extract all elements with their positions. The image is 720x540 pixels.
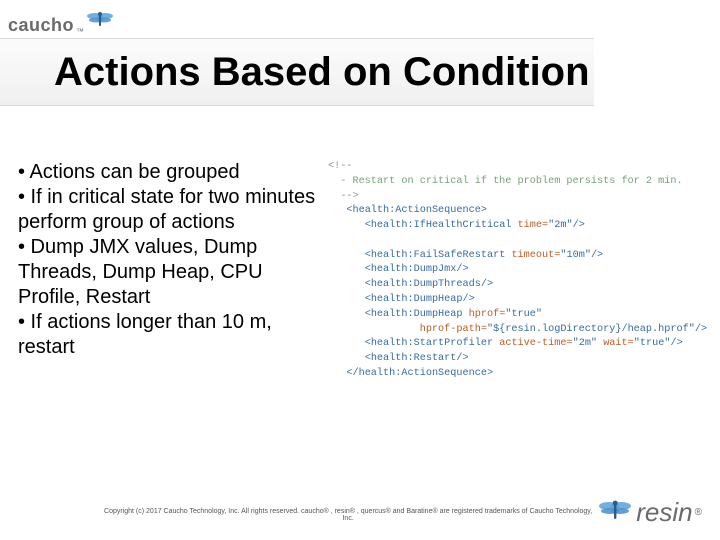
title-bar: Actions Based on Condition bbox=[0, 38, 594, 106]
xml-code-block: <!-- - Restart on critical if the proble… bbox=[328, 160, 707, 382]
bullet-item: • Actions can be grouped bbox=[18, 160, 318, 185]
bullet-list: • Actions can be grouped • If in critica… bbox=[18, 160, 318, 382]
slide-content: • Actions can be grouped • If in critica… bbox=[18, 160, 702, 382]
trademark-symbol: ™ bbox=[76, 27, 84, 36]
dragonfly-icon bbox=[86, 10, 114, 28]
bullet-item: • If in critical state for two minutes p… bbox=[18, 185, 318, 235]
caucho-wordmark: caucho bbox=[8, 15, 74, 36]
resin-wordmark: resin bbox=[636, 497, 692, 528]
dragonfly-icon bbox=[598, 498, 632, 527]
bullet-item: • Dump JMX values, Dump Threads, Dump He… bbox=[18, 235, 318, 310]
slide-title: Actions Based on Condition bbox=[54, 50, 590, 95]
footer: Copyright (c) 2017 Caucho Technology, In… bbox=[0, 497, 720, 528]
registered-symbol: ® bbox=[695, 507, 702, 518]
bullet-item: • If actions longer than 10 m, restart bbox=[18, 310, 318, 360]
resin-logo: resin ® bbox=[598, 497, 702, 528]
copyright-text: Copyright (c) 2017 Caucho Technology, In… bbox=[98, 508, 598, 528]
caucho-logo: caucho ™ bbox=[8, 10, 114, 36]
